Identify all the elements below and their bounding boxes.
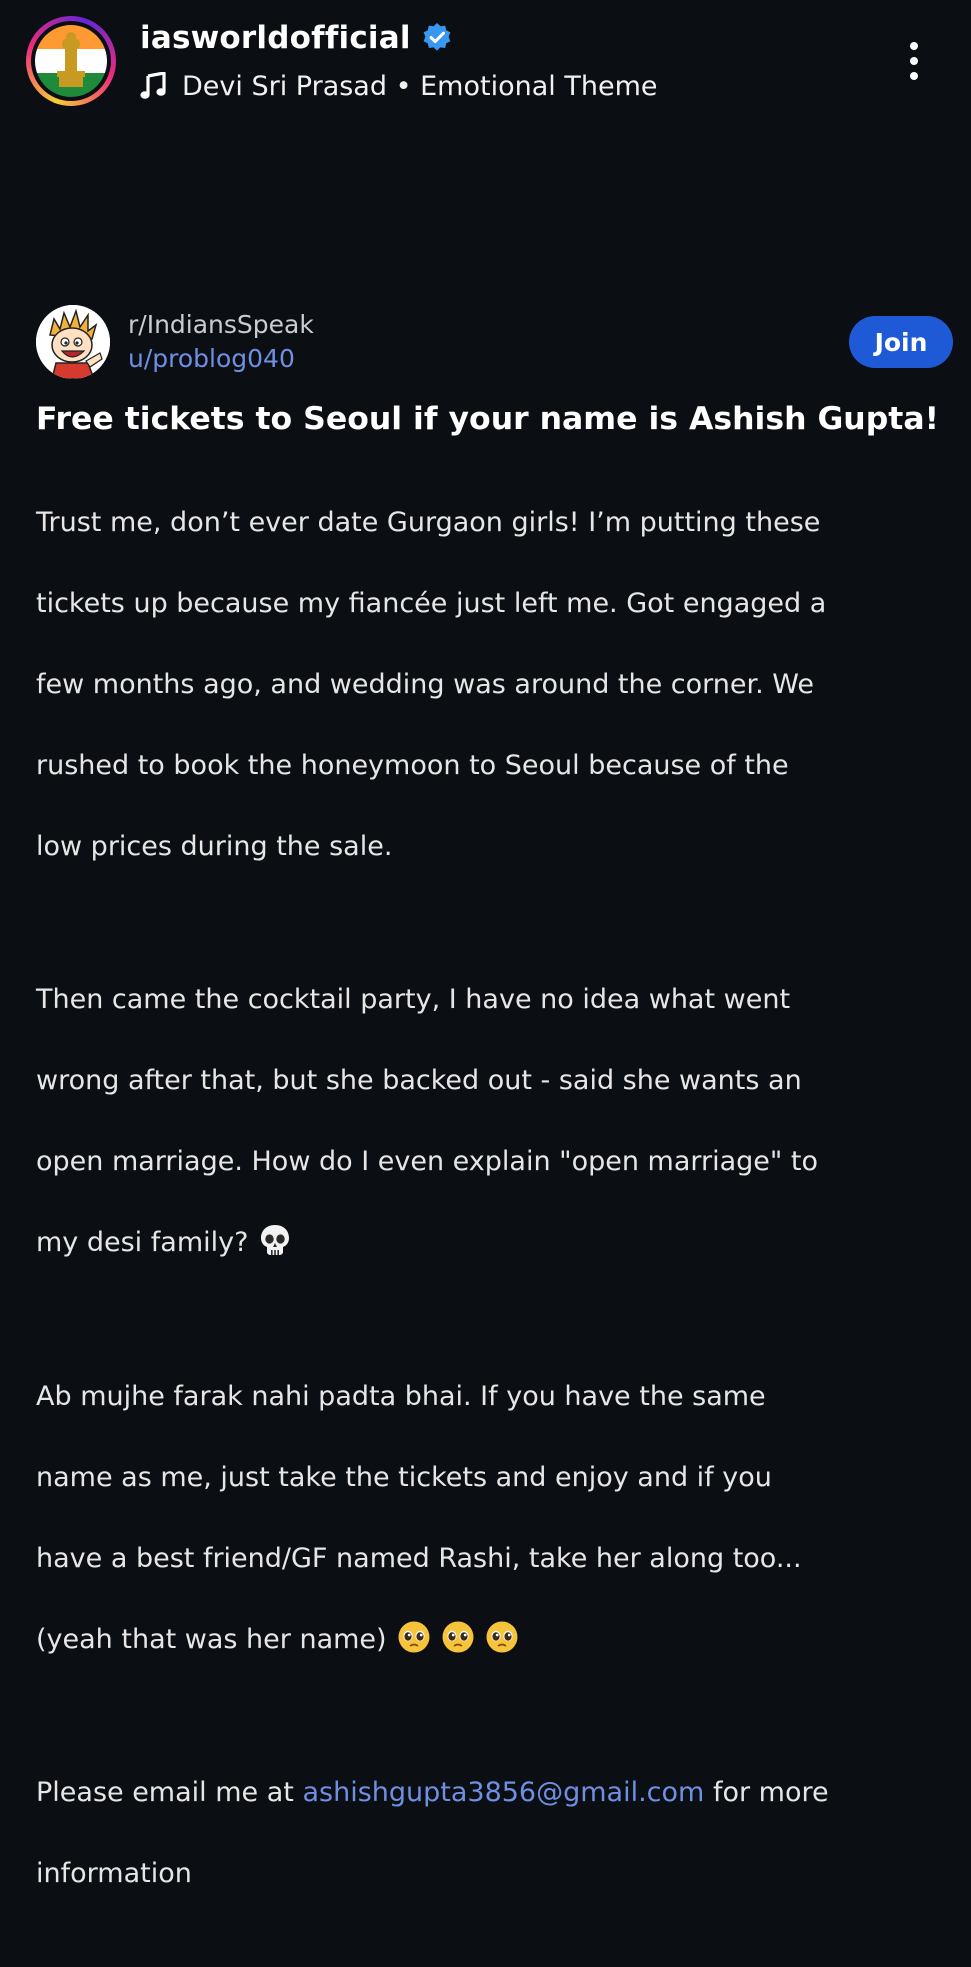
body-line: my desi family? (36, 1223, 956, 1264)
verified-badge-icon (423, 23, 451, 51)
join-button[interactable]: Join (849, 316, 953, 368)
body-line: Ab mujhe farak nahi padta bhai. If you h… (36, 1380, 766, 1412)
post-body: Trust me, don’t ever date Gurgaon girls!… (36, 462, 956, 1967)
body-line: low prices during the sale. (36, 830, 393, 862)
pleading-face-emoji-icon (398, 1621, 430, 1652)
post-paragraph-2: Then came the cocktail party, I have no … (36, 940, 956, 1305)
subreddit-avatar[interactable] (36, 305, 110, 379)
body-line: few months ago, and wedding was around t… (36, 668, 815, 700)
reel-audio[interactable]: Devi Sri Prasad • Emotional Theme (140, 64, 657, 108)
body-line: (yeah that was her name) (36, 1620, 956, 1661)
post-title: Free tickets to Seoul if your name is As… (36, 401, 939, 437)
skull-emoji-icon (261, 1225, 290, 1255)
body-line: Then came the cocktail party, I have no … (36, 984, 791, 1015)
email-prefix: Please email me at (36, 1777, 303, 1808)
email-link[interactable]: ashishgupta3856@gmail.com (302, 1777, 704, 1808)
audio-separator: • (395, 70, 412, 102)
audio-artist: Devi Sri Prasad (182, 70, 387, 102)
more-options-icon[interactable] (896, 38, 932, 84)
reel-header: iasworldofficial Devi Sri Prasad • Emoti… (0, 0, 971, 120)
music-note-icon (140, 72, 166, 99)
body-line: wrong after that, but she backed out - s… (36, 1065, 802, 1096)
body-line: information (36, 1858, 192, 1889)
post-paragraph-1: Trust me, don’t ever date Gurgaon girls!… (36, 462, 956, 908)
profile-avatar-ring[interactable] (26, 16, 116, 106)
body-line: have a best friend/GF named Rashi, take … (36, 1542, 802, 1574)
body-line: Please email me at ashishgupta3856@gmail… (36, 1773, 956, 1814)
body-line: tickets up because my fiancée just left … (36, 587, 827, 619)
body-line: name as me, just take the tickets and en… (36, 1461, 772, 1493)
reel-username[interactable]: iasworldofficial (140, 20, 411, 56)
post-paragraph-4: Please email me at ashishgupta3856@gmail… (36, 1733, 956, 1936)
email-suffix: for more (704, 1777, 829, 1808)
body-line: rushed to book the honeymoon to Seoul be… (36, 749, 789, 781)
pleading-face-emoji-icon (486, 1621, 518, 1652)
post-author[interactable]: u/problog040 (128, 342, 295, 376)
audio-track: Emotional Theme (420, 70, 658, 102)
profile-avatar[interactable] (35, 25, 107, 97)
body-line: Trust me, don’t ever date Gurgaon girls!… (36, 506, 821, 538)
post-paragraph-3: Ab mujhe farak nahi padta bhai. If you h… (36, 1336, 956, 1701)
subreddit-name[interactable]: r/IndiansSpeak (128, 308, 314, 342)
body-line: open marriage. How do I even explain "op… (36, 1146, 819, 1177)
pleading-face-emoji-icon (442, 1621, 474, 1652)
